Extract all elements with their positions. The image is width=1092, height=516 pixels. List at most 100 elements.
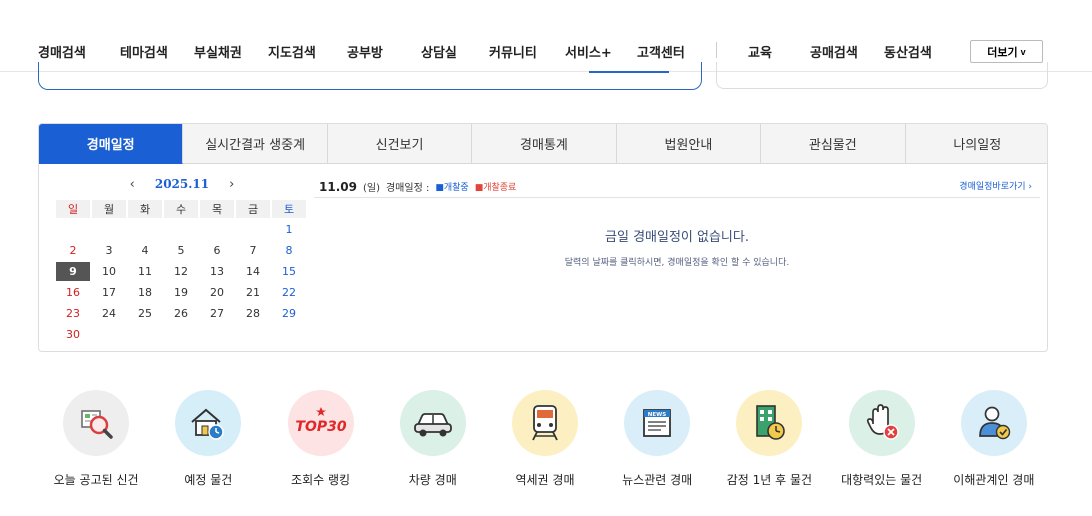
quick-opposing-power[interactable]: 대항력있는 물건 [826, 390, 938, 488]
search-underline [589, 71, 669, 73]
calendar: ‹ 2025.11 › 일월화수목금토 1 2 3 4 5 6 7 8 9 10 11 12 13 14 1… [56, 176, 308, 346]
quick-label: 역세권 경매 [515, 473, 575, 487]
nav-npl[interactable]: 부실채권 [194, 42, 242, 61]
calendar-weekday: 일 [56, 200, 90, 218]
calendar-day[interactable]: 18 [128, 283, 162, 302]
nav-community[interactable]: 커뮤니티 [489, 42, 537, 61]
calendar-day[interactable]: 15 [272, 262, 306, 281]
tab-auction-stats[interactable]: 경매통계 [472, 124, 617, 164]
calendar-day[interactable]: 27 [200, 304, 234, 323]
quick-circle [63, 390, 130, 456]
calendar-day[interactable]: 29 [272, 304, 306, 323]
calendar-empty-cell [164, 220, 198, 239]
calendar-week: 23 24 25 26 27 28 29 [56, 304, 308, 325]
calendar-day[interactable]: 5 [164, 241, 198, 260]
calendar-day[interactable]: 7 [236, 241, 270, 260]
quick-one-year-after-appraisal[interactable]: 감정 1년 후 물건 [713, 390, 825, 488]
calendar-day[interactable]: 25 [128, 304, 162, 323]
calendar-empty-cell [200, 325, 234, 344]
calendar-weekday: 월 [92, 200, 126, 218]
calendar-day[interactable]: 10 [92, 262, 126, 281]
tab-live-results[interactable]: 실시간결과 생중계 [183, 124, 328, 164]
calendar-day[interactable]: 3 [92, 241, 126, 260]
quick-scheduled[interactable]: 예정 물건 [152, 390, 264, 488]
nav-consult[interactable]: 상담실 [421, 42, 457, 61]
chevron-down-icon: v [1020, 46, 1026, 57]
nav-education[interactable]: 교육 [748, 42, 772, 61]
chevron-left-icon[interactable]: ‹ [130, 177, 135, 192]
calendar-weekday: 수 [164, 200, 198, 218]
quick-menu: 오늘 공고된 신건 예정 물건 TOP30 조회수 랭킹 차량 경매 역세권 경… [40, 390, 1050, 488]
calendar-day[interactable]: 30 [56, 325, 90, 344]
calendar-day[interactable]: 21 [236, 283, 270, 302]
calendar-day[interactable]: 16 [56, 283, 90, 302]
calendar-day[interactable]: 26 [164, 304, 198, 323]
schedule-label: 경매일정 : [385, 183, 430, 194]
quick-circle: TOP30 [287, 390, 354, 456]
calendar-day[interactable]: 8 [272, 241, 306, 260]
calendar-day[interactable]: 13 [200, 262, 234, 281]
calendar-day[interactable]: 22 [272, 283, 306, 302]
empty-schedule-hint: 달력의 날짜를 클릭하시면, 경매일정을 확인 할 수 있습니다. [564, 258, 790, 268]
empty-schedule-title: 금일 경매일정이 없습니다. [605, 230, 749, 245]
quick-today-new[interactable]: 오늘 공고된 신건 [40, 390, 152, 488]
quick-circle: NEWS [624, 390, 691, 456]
building-clock-icon [756, 405, 786, 440]
calendar-day[interactable]: 11 [128, 262, 162, 281]
calendar-month: 2025.11 [154, 177, 210, 191]
calendar-week: 2345678 [56, 241, 308, 262]
calendar-empty-cell [92, 220, 126, 239]
nav-customer-center[interactable]: 고객센터 [637, 42, 685, 61]
schedule-shortcut-link[interactable]: 경매일정바로가기 › [959, 179, 1032, 192]
calendar-day[interactable]: 28 [236, 304, 270, 323]
calendar-day[interactable]: 6 [200, 241, 234, 260]
calendar-day[interactable]: 2 [56, 241, 90, 260]
schedule-tabs: 경매일정 실시간결과 생중계 신건보기 경매통계 법원안내 관심물건 나의일정 [39, 124, 1047, 164]
nav-divider [716, 42, 717, 58]
tab-my-schedule[interactable]: 나의일정 [905, 124, 1047, 164]
calendar-day[interactable]: 9 [56, 262, 90, 281]
calendar-day[interactable]: 12 [164, 262, 198, 281]
calendar-weekday: 목 [200, 200, 234, 218]
nav-map-search[interactable]: 지도검색 [268, 42, 316, 61]
quick-news-auction[interactable]: NEWS 뉴스관련 경매 [601, 390, 713, 488]
quick-circle [848, 390, 915, 456]
nav-study-room[interactable]: 공부방 [347, 42, 383, 61]
quick-label: 감정 1년 후 물건 [726, 473, 813, 487]
more-button[interactable]: 더보기 v [970, 40, 1043, 63]
calendar-weekday: 화 [128, 200, 162, 218]
calendar-day[interactable]: 19 [164, 283, 198, 302]
legend-closed: ■개찰종료 [474, 183, 517, 193]
quick-station-auction[interactable]: 역세권 경매 [489, 390, 601, 488]
calendar-day[interactable]: 20 [200, 283, 234, 302]
car-icon [413, 413, 452, 437]
calendar-empty-cell [128, 220, 162, 239]
quick-vehicle-auction[interactable]: 차량 경매 [377, 390, 489, 488]
tab-new-items[interactable]: 신건보기 [327, 124, 473, 164]
tab-auction-schedule[interactable]: 경매일정 [39, 124, 184, 164]
quick-view-ranking[interactable]: TOP30 조회수 랭킹 [264, 390, 376, 488]
chevron-right-icon[interactable]: › [229, 177, 234, 192]
nav-movable-search[interactable]: 동산검색 [884, 42, 932, 61]
calendar-day[interactable]: 24 [92, 304, 126, 323]
nav-theme-search[interactable]: 테마검색 [120, 42, 168, 61]
calendar-day[interactable]: 23 [56, 304, 90, 323]
tab-watchlist[interactable]: 관심물건 [761, 124, 906, 164]
calendar-day[interactable]: 14 [236, 262, 270, 281]
calendar-week: 9 10 11 12 13 14 15 [56, 262, 308, 283]
nav-service-plus[interactable]: 서비스+ [565, 42, 612, 61]
calendar-day[interactable]: 17 [92, 283, 126, 302]
schedule-weekday: (일) [362, 183, 380, 194]
nav-auction-search[interactable]: 경매검색 [38, 42, 86, 61]
schedule-header: 11.09 (일) 경매일정 : ■개찰중 ■개찰종료 경매일정바로가기 › [314, 176, 1040, 198]
nav-public-auction[interactable]: 공매검색 [810, 42, 858, 61]
quick-interested-party[interactable]: 이해관계인 경매 [938, 390, 1050, 488]
calendar-empty-cell [128, 325, 162, 344]
quick-label: 오늘 공고된 신건 [53, 473, 139, 487]
quick-circle [511, 390, 578, 456]
calendar-empty-cell [92, 325, 126, 344]
calendar-weekday: 금 [236, 200, 270, 218]
calendar-day[interactable]: 4 [128, 241, 162, 260]
tab-court-info[interactable]: 법원안내 [616, 124, 762, 164]
calendar-day[interactable]: 1 [272, 220, 306, 239]
